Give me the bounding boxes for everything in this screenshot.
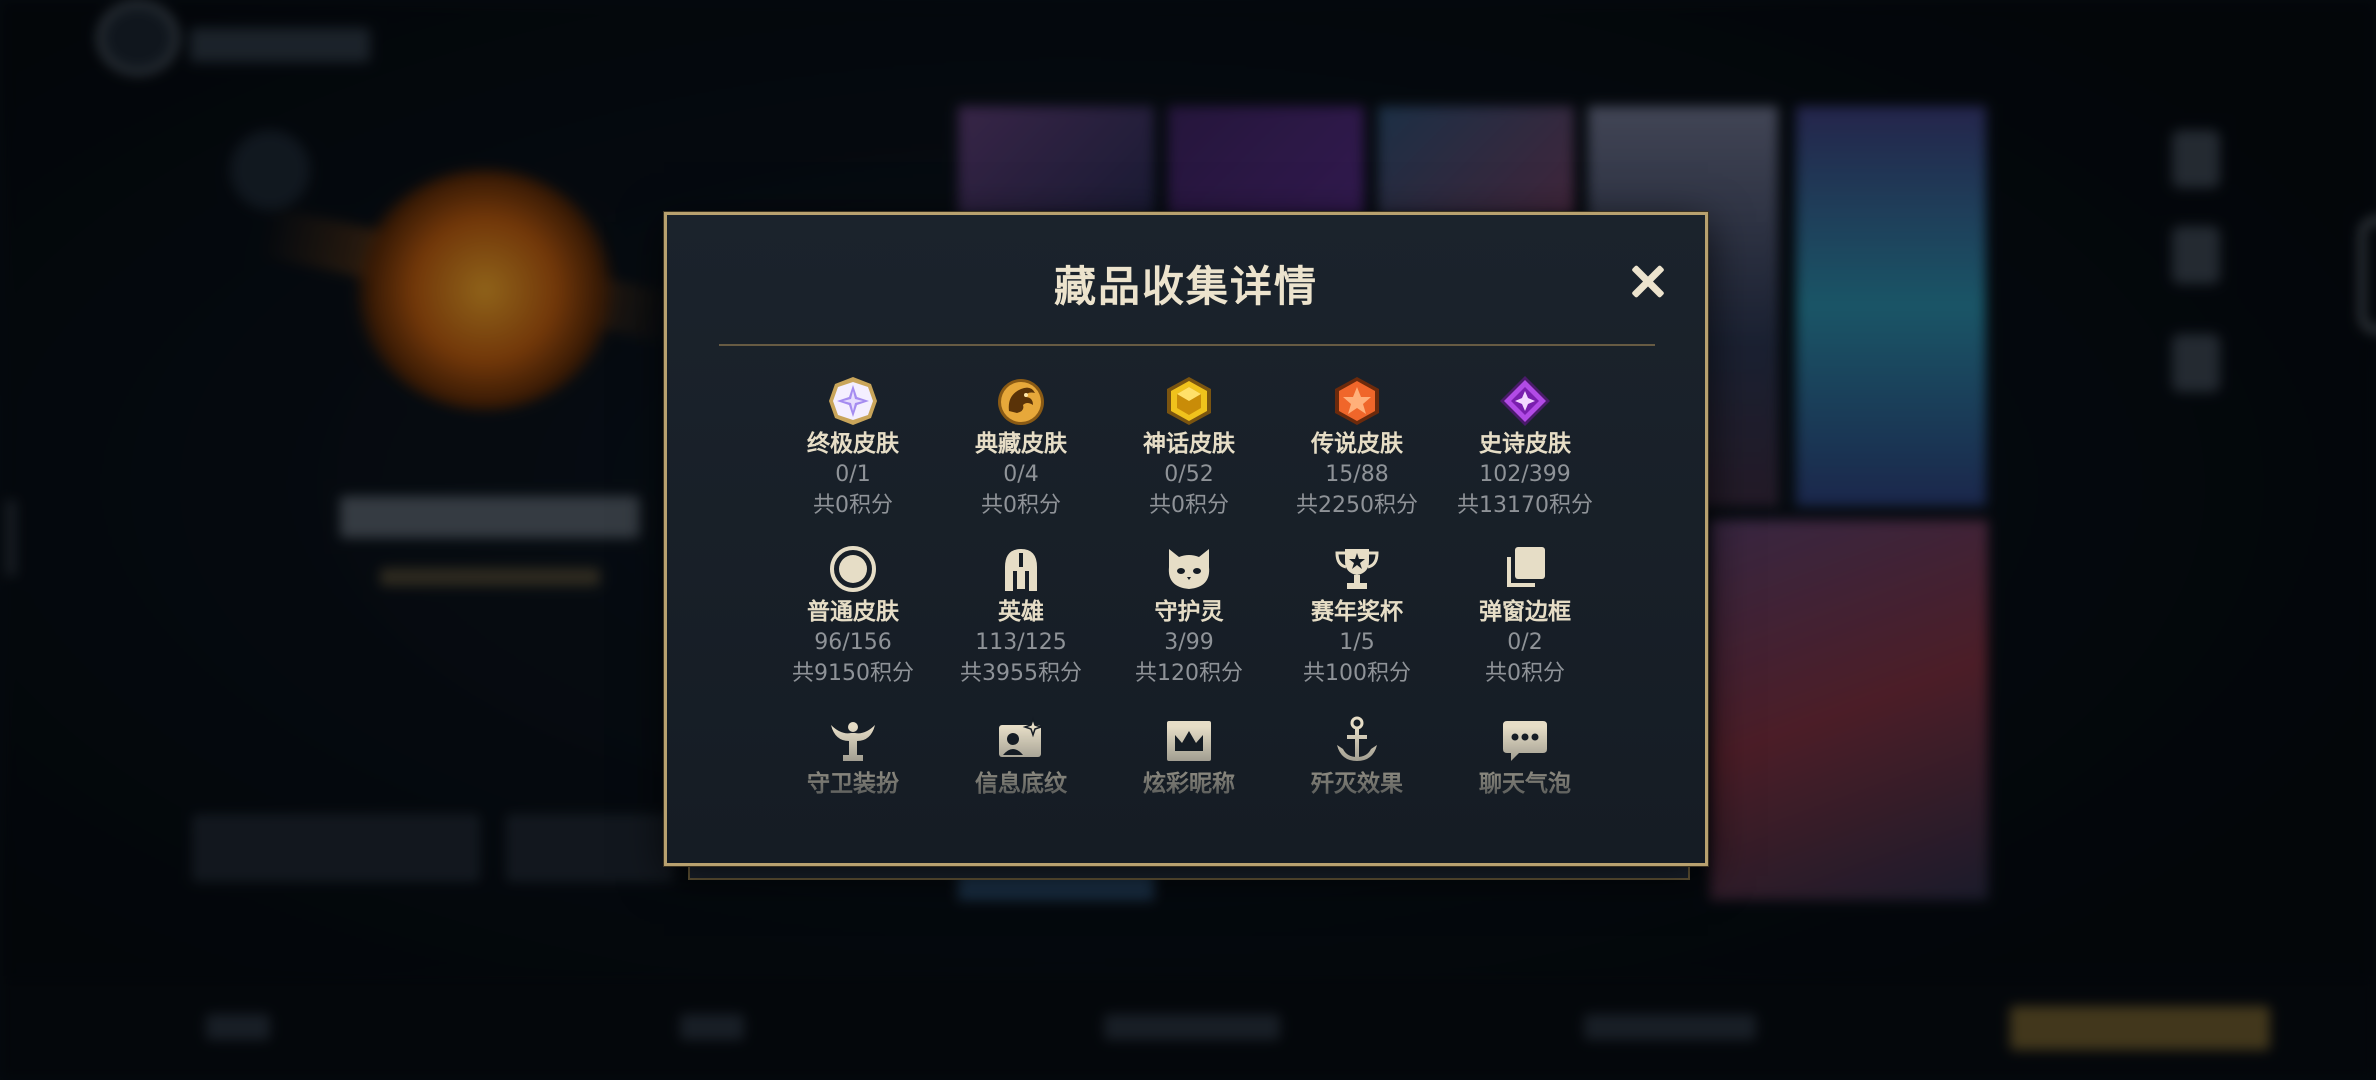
category-name: 英雄 — [998, 599, 1044, 625]
category-epic-skin[interactable]: 史诗皮肤 102/399 共13170积分 — [1441, 375, 1609, 521]
category-count: 102/399 — [1479, 462, 1571, 487]
category-points: 共120积分 — [1135, 661, 1243, 686]
category-normal-skin[interactable]: 普通皮肤 96/156 共9150积分 — [769, 543, 937, 689]
colorful-nickname-icon — [1167, 721, 1211, 761]
category-mythic-skin[interactable]: 神话皮肤 0/52 共0积分 — [1105, 375, 1273, 521]
category-name: 炫彩昵称 — [1143, 771, 1235, 797]
popup-frame-icon — [1507, 547, 1545, 587]
category-points: 共0积分 — [981, 493, 1061, 518]
collection-details-modal: 藏品收集详情 终极皮肤 0/1 共0积分 典藏皮肤 0/4 共0积分 神话皮肤 … — [664, 212, 1708, 866]
category-name: 聊天气泡 — [1479, 771, 1571, 797]
category-points: 共3955积分 — [960, 661, 1082, 686]
category-name: 传说皮肤 — [1311, 431, 1403, 457]
epic-skin-gem-icon — [1500, 376, 1550, 426]
category-info-card[interactable]: 信息底纹 — [937, 715, 1105, 799]
category-points: 共2250积分 — [1296, 493, 1418, 518]
collection-grid: 终极皮肤 0/1 共0积分 典藏皮肤 0/4 共0积分 神话皮肤 0/52 共0… — [769, 375, 1609, 815]
category-name: 守卫装扮 — [807, 771, 899, 797]
category-name: 终极皮肤 — [807, 431, 899, 457]
category-name: 典藏皮肤 — [975, 431, 1067, 457]
info-card-icon — [999, 716, 1044, 757]
category-name: 弹窗边框 — [1479, 599, 1571, 625]
modal-title: 藏品收集详情 — [1053, 262, 1318, 311]
close-button[interactable] — [1623, 257, 1673, 307]
guardian-spirit-icon — [1168, 549, 1210, 589]
legendary-skin-gem-icon — [1335, 377, 1379, 425]
category-points: 共0积分 — [813, 493, 893, 518]
category-ward-skin[interactable]: 守卫装扮 — [769, 715, 937, 799]
ward-skin-icon — [831, 722, 875, 761]
category-legendary-skin[interactable]: 传说皮肤 15/88 共2250积分 — [1273, 375, 1441, 521]
category-count: 0/2 — [1507, 630, 1543, 655]
category-name: 赛年奖杯 — [1311, 599, 1403, 625]
category-name: 守护灵 — [1154, 599, 1224, 625]
category-popup-frame[interactable]: 弹窗边框 0/2 共0积分 — [1441, 543, 1609, 689]
category-count: 0/4 — [1003, 462, 1039, 487]
normal-skin-circle-icon — [830, 546, 876, 592]
title-divider — [719, 344, 1655, 346]
category-name: 史诗皮肤 — [1479, 431, 1571, 457]
ultimate-skin-gem-icon — [829, 377, 877, 425]
category-points: 共9150积分 — [792, 661, 914, 686]
category-ultimate-skin[interactable]: 终极皮肤 0/1 共0积分 — [769, 375, 937, 521]
category-points: 共100积分 — [1303, 661, 1411, 686]
category-count: 1/5 — [1339, 630, 1375, 655]
elimination-effect-icon — [1337, 716, 1377, 761]
category-elimination-effect[interactable]: 歼灭效果 — [1273, 715, 1441, 799]
category-count: 96/156 — [814, 630, 892, 655]
category-name: 神话皮肤 — [1143, 431, 1235, 457]
season-trophy-icon — [1335, 549, 1379, 589]
category-chat-bubble[interactable]: 聊天气泡 — [1441, 715, 1609, 799]
category-name: 普通皮肤 — [807, 599, 899, 625]
chat-bubble-icon — [1503, 721, 1547, 761]
category-guardian[interactable]: 守护灵 3/99 共120积分 — [1105, 543, 1273, 689]
category-colorful-nickname[interactable]: 炫彩昵称 — [1105, 715, 1273, 799]
category-count: 0/52 — [1164, 462, 1214, 487]
category-count: 113/125 — [975, 630, 1067, 655]
category-collection-skin[interactable]: 典藏皮肤 0/4 共0积分 — [937, 375, 1105, 521]
category-name: 歼灭效果 — [1311, 771, 1403, 797]
category-season-trophy[interactable]: 赛年奖杯 1/5 共100积分 — [1273, 543, 1441, 689]
category-name: 信息底纹 — [975, 771, 1067, 797]
category-count: 15/88 — [1325, 462, 1389, 487]
category-champion[interactable]: 英雄 113/125 共3955积分 — [937, 543, 1105, 689]
category-points: 共0积分 — [1149, 493, 1229, 518]
mythic-skin-gem-icon — [1167, 377, 1211, 425]
champion-helmet-icon — [1005, 549, 1037, 591]
category-count: 0/1 — [835, 462, 871, 487]
collection-skin-dragon-icon — [998, 379, 1044, 425]
category-points: 共13170积分 — [1457, 493, 1593, 518]
category-points: 共0积分 — [1485, 661, 1565, 686]
category-count: 3/99 — [1164, 630, 1214, 655]
